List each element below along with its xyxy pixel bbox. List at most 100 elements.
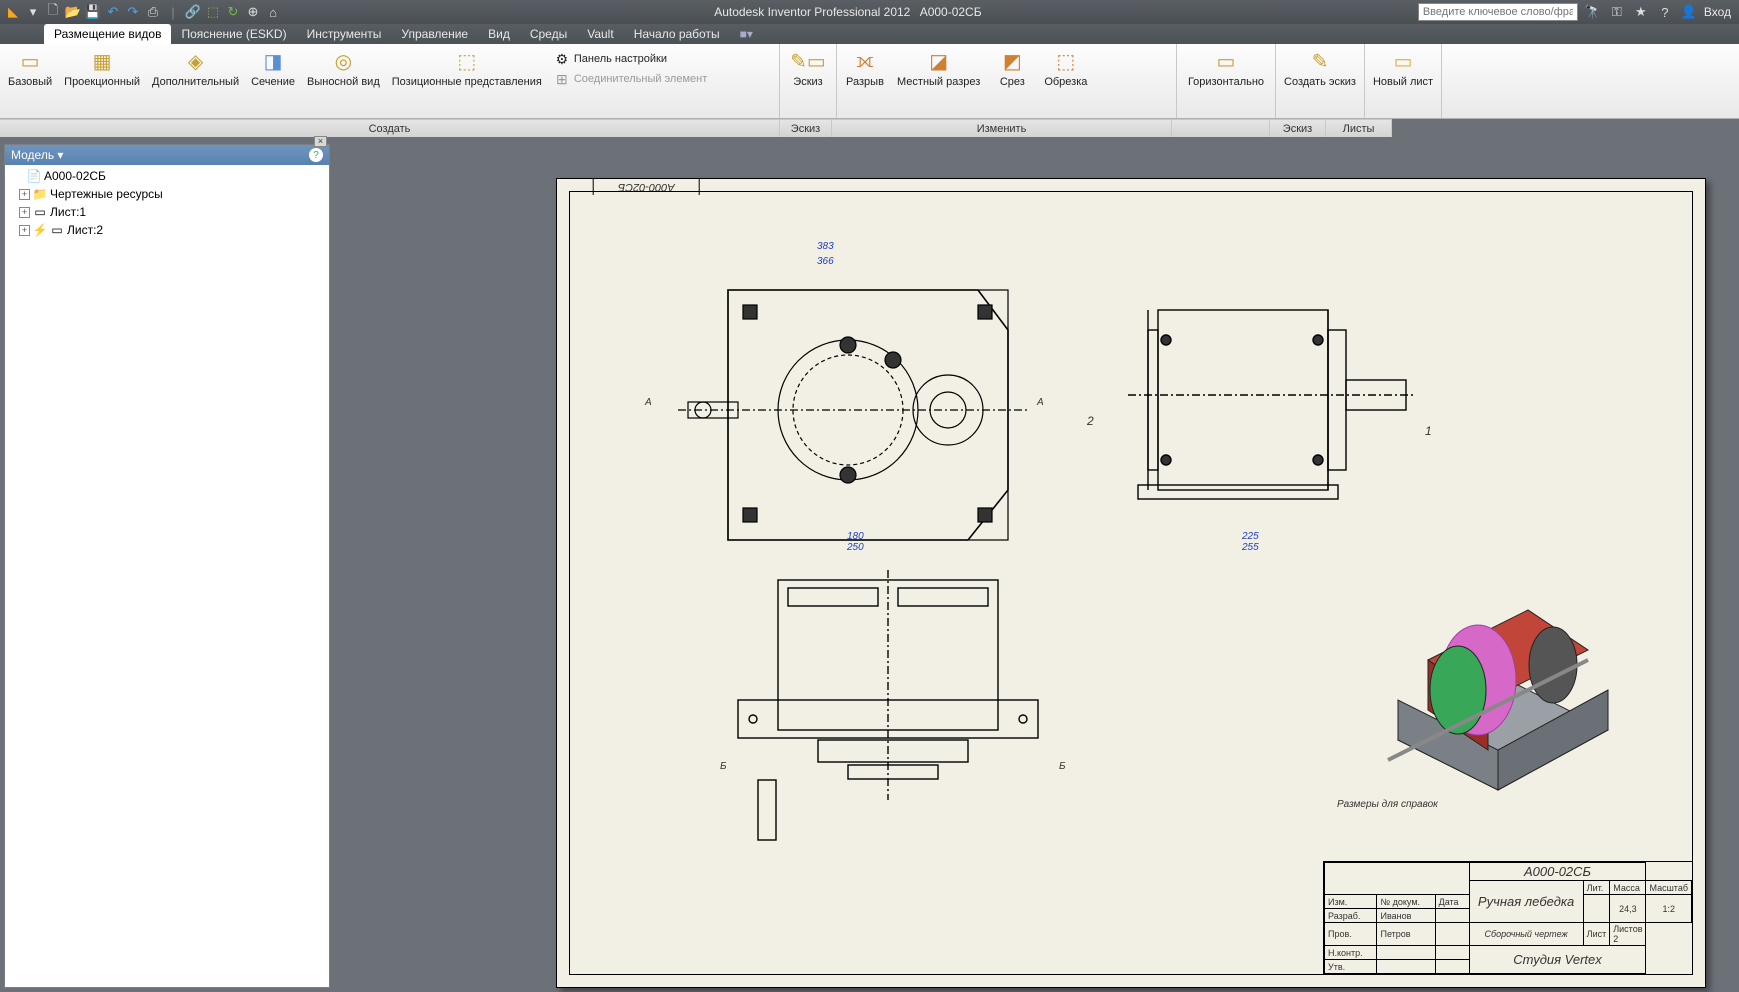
base-view-icon: ▭ (14, 48, 46, 74)
refresh-icon[interactable]: ↻ (224, 3, 242, 21)
sheet-icon: ▭ (33, 205, 47, 219)
view-top[interactable] (657, 249, 1037, 559)
detail-view-button[interactable]: ◎Выносной вид (303, 46, 384, 90)
section-view-button[interactable]: ◨Сечение (247, 46, 299, 90)
positional-button[interactable]: ⬚Позиционные представления (388, 46, 546, 90)
label: Выносной вид (307, 76, 380, 88)
horizontal-button[interactable]: ▭Горизонтально (1181, 46, 1271, 90)
tree-root[interactable]: 📄 A000-02СБ (7, 167, 327, 185)
model-browser: × Модель ▾ ? 📄 A000-02СБ + 📁 Чертежные р… (4, 144, 330, 988)
qat-dropdown-icon[interactable]: ▾ (24, 3, 42, 21)
login-link[interactable]: Вход (1704, 5, 1731, 19)
view-side[interactable] (1117, 269, 1417, 539)
local-section-button[interactable]: ◪Местный разрез (893, 46, 984, 90)
help-icon[interactable]: ? (1656, 3, 1674, 21)
app-menu-icon[interactable]: ◣ (4, 3, 22, 21)
tree-sheet1[interactable]: + ▭ Лист:1 (7, 203, 327, 221)
qat-sep: | (164, 3, 182, 21)
model-tree: 📄 A000-02СБ + 📁 Чертежные ресурсы + ▭ Ли… (5, 165, 329, 241)
tree-sheet2[interactable]: + ⚡ ▭ Лист:2 (7, 221, 327, 239)
print-icon[interactable]: ⎙ (144, 3, 162, 21)
label: Соединительный элемент (574, 73, 707, 85)
label: Разрыв (846, 76, 884, 88)
panel-settings-button[interactable]: ⚙ Панель настройки (550, 50, 720, 68)
cap-sketch: Эскиз (780, 119, 832, 137)
tb-massa: Масса (1610, 881, 1646, 895)
tb-scale-val: 1:2 (1646, 895, 1692, 923)
menu-bar: Размещение видов Пояснение (ESKD) Инстру… (0, 24, 1739, 44)
dim-255: 255 (1242, 542, 1259, 553)
help-icon[interactable]: ? (309, 148, 323, 162)
tab-start[interactable]: Начало работы (624, 24, 730, 44)
sketch-button[interactable]: ✎▭Эскиз (784, 46, 832, 90)
tb-name: Ручная лебедка (1469, 881, 1583, 923)
label: Сечение (251, 76, 295, 88)
expand-icon[interactable]: + (19, 207, 30, 218)
tab-tools[interactable]: Инструменты (297, 24, 392, 44)
expand-icon[interactable]: + (19, 189, 30, 200)
tree-resources[interactable]: + 📁 Чертежные ресурсы (7, 185, 327, 203)
doc-name: A000-02СБ (920, 5, 982, 19)
dim-250: 250 (847, 542, 864, 553)
title-block[interactable]: A000-02СБ Ручная лебедка Лит. Масса Масш… (1323, 861, 1693, 975)
front-view-svg (678, 570, 1048, 850)
component-icon[interactable]: ⬚ (204, 3, 222, 21)
projected-view-icon: ▦ (86, 48, 118, 74)
tab-eskd[interactable]: Пояснение (ESKD) (171, 24, 296, 44)
search-input[interactable] (1418, 3, 1578, 21)
star-icon[interactable]: ★ (1632, 3, 1650, 21)
mark-b-right: Б (1059, 761, 1066, 772)
home-icon[interactable]: ⌂ (264, 3, 282, 21)
auxiliary-view-icon: ◈ (180, 48, 212, 74)
leader-1: 1 (1425, 424, 1432, 438)
drawing-icon: 📄 (27, 169, 41, 183)
browser-header[interactable]: Модель ▾ ? (5, 145, 329, 165)
ribbon-group-modify: ⟗Разрыв ◪Местный разрез ◩Срез ⬚Обрезка (837, 44, 1177, 118)
open-icon[interactable]: 📂 (64, 3, 82, 21)
redo-icon[interactable]: ↷ (124, 3, 142, 21)
expand-icon[interactable]: + (19, 225, 30, 236)
drawing-sheet[interactable]: A000-02СБ (556, 178, 1706, 988)
save-icon[interactable]: 💾 (84, 3, 102, 21)
window-title: Autodesk Inventor Professional 2012 A000… (286, 5, 1410, 19)
tab-vault[interactable]: Vault (577, 24, 623, 44)
label: Обрезка (1044, 76, 1087, 88)
tab-extra[interactable]: ■▾ (730, 24, 763, 44)
connector-icon: ⊞ (554, 71, 570, 87)
tab-manage[interactable]: Управление (391, 24, 478, 44)
new-sheet-button[interactable]: ▭Новый лист (1369, 46, 1437, 90)
undo-icon[interactable]: ↶ (104, 3, 122, 21)
label: Проекционный (64, 76, 140, 88)
tb-date: Дата (1435, 895, 1469, 909)
crop-button[interactable]: ⬚Обрезка (1040, 46, 1091, 90)
label: Местный разрез (897, 76, 980, 88)
auxiliary-view-button[interactable]: ◈Дополнительный (148, 46, 243, 90)
view-front[interactable] (677, 569, 1047, 849)
drawing-canvas[interactable]: A000-02СБ (336, 144, 1733, 988)
tb-sheets-n: 2 (1613, 934, 1618, 944)
tab-view[interactable]: Вид (478, 24, 520, 44)
tab-env[interactable]: Среды (520, 24, 577, 44)
create-sketch-button[interactable]: ✎Создать эскиз (1280, 46, 1360, 90)
slice-button[interactable]: ◩Срез (988, 46, 1036, 90)
break-button[interactable]: ⟗Разрыв (841, 46, 889, 90)
mark-a-right: А (1037, 397, 1044, 408)
base-view-button[interactable]: ▭Базовый (4, 46, 56, 90)
label: Панель настройки (574, 53, 667, 65)
projected-view-button[interactable]: ▦ Проекционный (60, 46, 144, 90)
tab-place-views[interactable]: Размещение видов (44, 24, 171, 44)
zoom-icon[interactable]: ⊕ (244, 3, 262, 21)
create-sketch-icon: ✎ (1304, 48, 1336, 74)
close-icon[interactable]: × (314, 136, 327, 147)
view-iso[interactable] (1337, 559, 1647, 819)
sheet-icon: ▭ (50, 223, 64, 237)
new-icon[interactable]: 🗋 (44, 3, 62, 21)
top-view-svg (658, 250, 1038, 560)
key-icon[interactable]: ⚿ (1608, 3, 1626, 21)
binoculars-icon[interactable]: 🔭 (1584, 3, 1602, 21)
link-icon[interactable]: 🔗 (184, 3, 202, 21)
gear-icon: ⚙ (554, 51, 570, 67)
label: Позиционные представления (392, 76, 542, 88)
label: Эскиз (793, 76, 822, 88)
user-icon[interactable]: 👤 (1680, 3, 1698, 21)
